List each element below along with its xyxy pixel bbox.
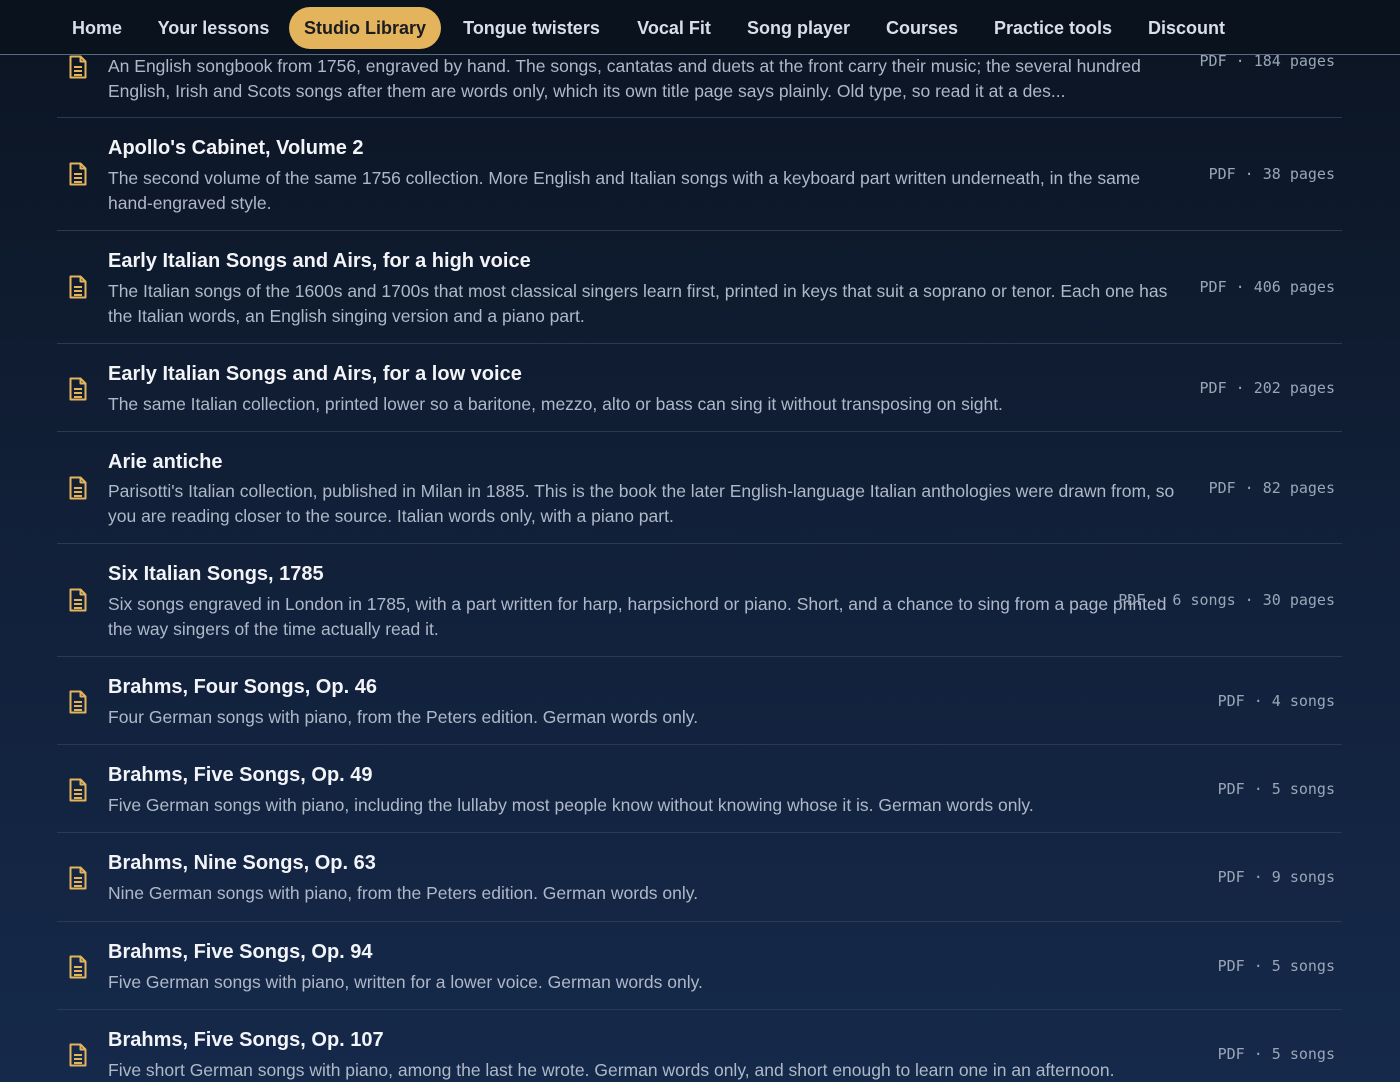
library-item-description: Four German songs with piano, from the P… (108, 707, 699, 727)
nav-courses[interactable]: Courses (872, 7, 972, 49)
document-icon (69, 476, 87, 500)
library-item-meta: PDF · 5 songs (1217, 1045, 1335, 1063)
nav-tongue-twisters[interactable]: Tongue twisters (447, 7, 616, 49)
document-icon (69, 275, 87, 299)
library-item[interactable]: Arie antiche Parisotti's Italian collecti… (57, 432, 1342, 544)
nav-discount[interactable]: Discount (1134, 7, 1239, 49)
library-item-description: Parisotti's Italian collection, publishe… (108, 481, 1175, 526)
library-item-description: The Italian songs of the 1600s and 1700s… (108, 281, 1168, 326)
library-item-title[interactable]: Brahms, Four Songs, Op. 46 (108, 676, 377, 699)
library-item-meta: PDF · 406 pages (1199, 278, 1335, 296)
library-item-title[interactable]: Brahms, Five Songs, Op. 94 (108, 941, 373, 964)
library-item[interactable]: Brahms, Five Songs, Op. 94 Five German so… (57, 922, 1342, 1010)
library-item[interactable]: Brahms, Five Songs, Op. 107 Five short Ge… (57, 1010, 1342, 1082)
library-item-title[interactable]: Six Italian Songs, 1785 (108, 563, 324, 586)
library-item[interactable]: Apollo's Cabinet, Volume 2 The second vol… (57, 118, 1342, 231)
library-item-title[interactable]: Early Italian Songs and Airs, for a high… (108, 250, 531, 273)
library-item-meta: PDF · 38 pages (1208, 165, 1335, 183)
document-icon (69, 55, 87, 79)
library-item-description: Nine German songs with piano, from the P… (108, 883, 699, 903)
document-icon (69, 866, 87, 890)
library-item-description: Five German songs with piano, written fo… (108, 972, 703, 992)
library-item-title[interactable]: Brahms, Five Songs, Op. 107 (108, 1029, 384, 1052)
library-item[interactable]: Brahms, Nine Songs, Op. 63 Nine German so… (57, 833, 1342, 922)
library-item-meta: PDF · 202 pages (1199, 379, 1335, 397)
document-icon (69, 778, 87, 802)
document-icon (69, 162, 87, 186)
nav-home[interactable]: Home (57, 7, 137, 49)
library-item[interactable]: Brahms, Four Songs, Op. 46 Four German so… (57, 657, 1342, 745)
document-icon (69, 377, 87, 401)
document-icon (69, 588, 87, 612)
library-list: An English songbook from 1756, engraved … (0, 0, 1400, 1082)
library-item-description: Five German songs with piano, including … (108, 795, 1034, 815)
nav-your-lessons[interactable]: Your lessons (144, 7, 283, 49)
nav-practice-tools[interactable]: Practice tools (979, 7, 1127, 49)
nav-vocal-fit[interactable]: Vocal Fit (623, 7, 725, 49)
document-icon (69, 955, 87, 979)
library-item-title[interactable]: Brahms, Nine Songs, Op. 63 (108, 852, 376, 875)
nav-studio-library[interactable]: Studio Library (289, 7, 441, 49)
library-item-description: Five short German songs with piano, amon… (108, 1060, 1115, 1080)
library-item-description: The second volume of the same 1756 colle… (108, 168, 1141, 213)
library-item[interactable]: Early Italian Songs and Airs, for a high… (57, 231, 1342, 344)
top-navigation: Home Your lessons Studio Library Tongue twi… (0, 0, 1400, 55)
library-item[interactable]: Six Italian Songs, 1785 Six songs engrave… (57, 544, 1342, 657)
library-item-description: Six songs engraved in London in 1785, wi… (108, 594, 1167, 639)
document-icon (69, 1043, 87, 1067)
library-item-title[interactable]: Early Italian Songs and Airs, for a low … (108, 363, 522, 386)
library-item-title[interactable]: Brahms, Five Songs, Op. 49 (108, 764, 373, 787)
library-item-meta: PDF · 9 songs (1217, 868, 1335, 886)
library-item-meta: PDF · 6 songs · 30 pages (1118, 591, 1335, 609)
library-item-meta: PDF · 4 songs (1217, 692, 1335, 710)
library-item-meta: PDF · 5 songs (1217, 780, 1335, 798)
library-item[interactable]: Early Italian Songs and Airs, for a low … (57, 344, 1342, 432)
library-item[interactable]: Brahms, Five Songs, Op. 49 Five German so… (57, 745, 1342, 833)
library-item-meta: PDF · 5 songs (1217, 957, 1335, 975)
nav-song-player[interactable]: Song player (732, 7, 865, 49)
library-item-description: An English songbook from 1756, engraved … (108, 56, 1141, 101)
document-icon (69, 690, 87, 714)
library-item-title[interactable]: Apollo's Cabinet, Volume 2 (108, 137, 364, 160)
library-item-meta: PDF · 82 pages (1208, 479, 1335, 497)
library-item-title[interactable]: Arie antiche (108, 451, 222, 474)
library-item-description: The same Italian collection, printed low… (108, 394, 1003, 414)
